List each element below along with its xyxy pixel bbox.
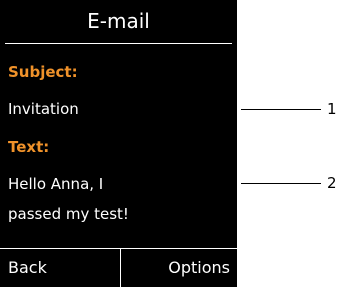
message-text-line-2[interactable]: passed my test! [8, 204, 129, 224]
callout-number-2: 2 [327, 174, 337, 192]
callout-line-1 [241, 109, 321, 110]
back-softkey[interactable]: Back [8, 249, 47, 287]
message-text-line-1[interactable]: Hello Anna, I [8, 174, 103, 194]
text-label: Text: [8, 138, 50, 156]
callout-number-1: 1 [327, 100, 337, 118]
softkey-divider [120, 249, 121, 287]
options-softkey[interactable]: Options [168, 249, 230, 287]
phone-display: E-mail Subject: Invitation Text: Hello A… [0, 0, 237, 287]
page: E-mail Subject: Invitation Text: Hello A… [0, 0, 339, 287]
subject-label: Subject: [8, 63, 78, 81]
screen-title: E-mail [87, 9, 150, 33]
callout-line-2 [241, 183, 321, 184]
softkey-bar: Back Options [0, 248, 237, 287]
subject-value[interactable]: Invitation [8, 99, 79, 119]
title-divider [5, 43, 232, 44]
